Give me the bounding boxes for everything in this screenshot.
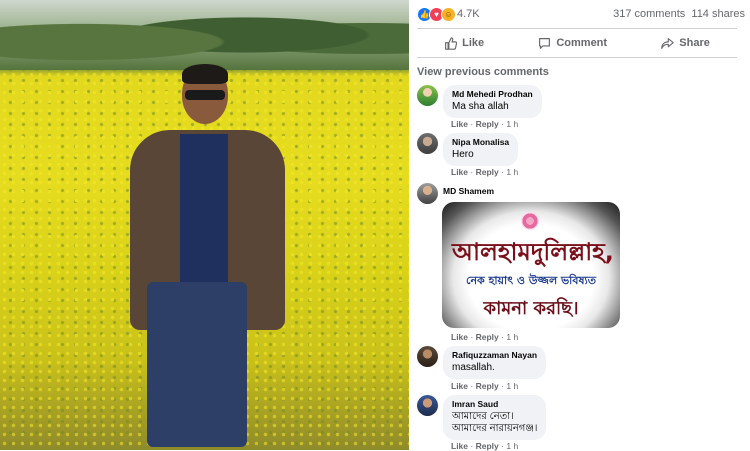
comment-reply-link[interactable]: Reply xyxy=(476,119,499,129)
flower-icon xyxy=(521,212,539,230)
avatar[interactable] xyxy=(417,346,438,367)
avatar[interactable] xyxy=(417,183,438,204)
divider xyxy=(417,57,737,58)
sticker-line-1: আলহামদুলিল্লাহ, xyxy=(452,238,614,266)
comment-author[interactable]: Imran Saud xyxy=(452,399,537,409)
divider xyxy=(417,28,737,29)
comment-author[interactable]: Nipa Monalisa xyxy=(452,137,509,147)
comment-bubble: Rafiquzzaman Nayan masallah. xyxy=(443,346,547,379)
comment-bubble: Imran Saud আমাদের নেতা। আমাদের নারায়নগঞ… xyxy=(443,395,547,440)
comment-bubble: Md Mehedi Prodhan Ma sha allah xyxy=(443,85,542,118)
care-icon: ☺ xyxy=(441,7,456,22)
comment-meta: Like · Reply · 1 h xyxy=(451,167,519,177)
comment-reply-link[interactable]: Reply xyxy=(476,381,499,391)
share-icon xyxy=(661,37,675,49)
comment-like-link[interactable]: Like xyxy=(451,381,468,391)
photo-tree-line xyxy=(0,0,409,70)
comment-item: Rafiquzzaman Nayan masallah. xyxy=(417,346,547,379)
comment-item: MD Shamem xyxy=(417,183,494,204)
share-button[interactable]: Share xyxy=(661,37,710,50)
shares-count[interactable]: 114 shares xyxy=(691,8,745,20)
comments-pane: 👍 ♥ ☺ 4.7K 317 comments 114 shares Like … xyxy=(409,0,750,451)
thumbs-up-icon xyxy=(445,36,458,50)
comment-like-link[interactable]: Like xyxy=(451,332,468,342)
comment-button[interactable]: Comment xyxy=(538,37,607,50)
comment-author[interactable]: Md Mehedi Prodhan xyxy=(452,89,533,99)
comment-meta: Like · Reply · 1 h xyxy=(451,381,519,391)
post-actions: Like Comment Share xyxy=(417,30,737,56)
comment-like-link[interactable]: Like xyxy=(451,167,468,177)
comment-author[interactable]: Rafiquzzaman Nayan xyxy=(452,350,537,360)
post-stats: 👍 ♥ ☺ 4.7K 317 comments 114 shares xyxy=(417,6,745,24)
comment-text: Ma sha allah xyxy=(452,101,509,112)
comment-item: Nipa Monalisa Hero xyxy=(417,133,519,166)
comment-bubble: Nipa Monalisa Hero xyxy=(443,133,519,166)
view-previous-comments-link[interactable]: View previous comments xyxy=(417,66,549,78)
comment-reply-link[interactable]: Reply xyxy=(476,167,499,177)
comment-sticker[interactable]: আলহামদুলিল্লাহ, নেক হায়াৎ ও উজ্জল ভবিষ্… xyxy=(442,202,620,328)
comment-item: Md Mehedi Prodhan Ma sha allah xyxy=(417,85,542,118)
reaction-icons[interactable]: 👍 ♥ ☺ xyxy=(417,7,456,22)
avatar[interactable] xyxy=(417,395,438,416)
comment-text: Hero xyxy=(452,149,474,160)
comment-like-link[interactable]: Like xyxy=(451,119,468,129)
like-button[interactable]: Like xyxy=(444,36,484,50)
comment-time[interactable]: 1 h xyxy=(506,167,518,177)
photo-person xyxy=(125,62,290,450)
comment-time[interactable]: 1 h xyxy=(506,332,518,342)
post-photo[interactable] xyxy=(0,0,409,450)
sticker-line-2: নেক হায়াৎ ও উজ্জল ভবিষ্যত xyxy=(466,274,596,287)
reaction-count[interactable]: 4.7K xyxy=(457,8,480,20)
avatar[interactable] xyxy=(417,133,438,154)
comment-text-line-2: আমাদের নারায়নগঞ্জ। xyxy=(452,423,538,434)
avatar[interactable] xyxy=(417,85,438,106)
comment-time[interactable]: 1 h xyxy=(506,381,518,391)
comment-text: আমাদের নেতা। xyxy=(452,411,514,422)
comment-meta: Like · Reply · 1 h xyxy=(451,332,519,342)
comments-shares-count: 317 comments 114 shares xyxy=(613,8,745,20)
comments-count[interactable]: 317 comments xyxy=(613,8,685,20)
comment-meta: Like · Reply · 1 h xyxy=(451,119,519,129)
comment-time[interactable]: 1 h xyxy=(506,119,518,129)
comment-icon xyxy=(539,37,551,49)
comment-text: masallah. xyxy=(452,362,495,373)
comment-reply-link[interactable]: Reply xyxy=(476,332,499,342)
comment-item: Imran Saud আমাদের নেতা। আমাদের নারায়নগঞ… xyxy=(417,395,547,440)
sticker-line-3: কামনা করছি। xyxy=(483,298,579,319)
